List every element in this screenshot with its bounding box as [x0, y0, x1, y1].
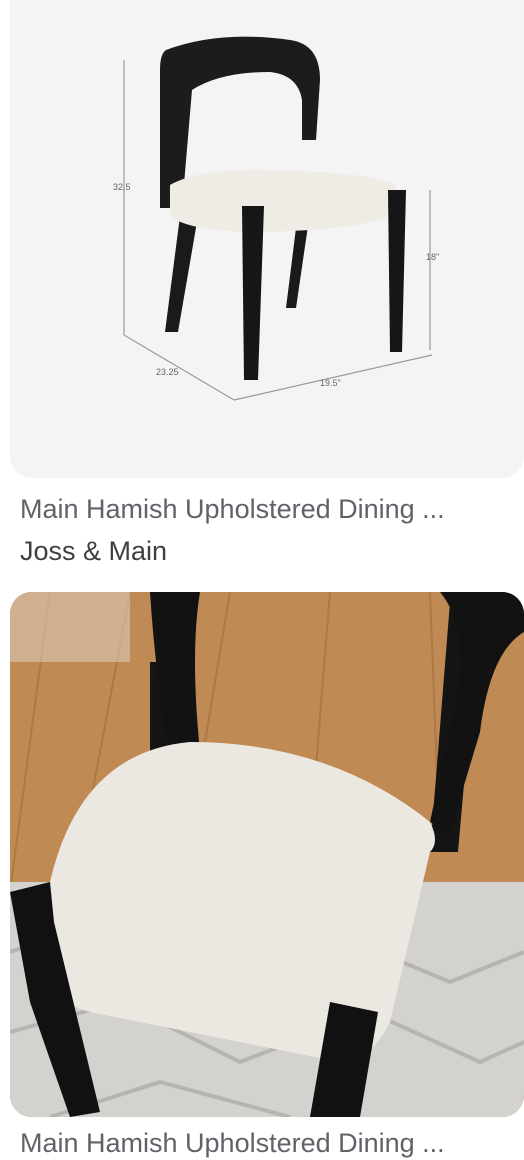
result-thumbnail-1[interactable]: 32.5 18" 23.25 19.5"	[10, 0, 524, 478]
dim-depth-label: 23.25	[156, 367, 179, 377]
dim-width-label: 19.5"	[320, 378, 341, 388]
result-title-2[interactable]: Main Hamish Upholstered Dining ...	[20, 1126, 520, 1160]
result-thumbnail-2[interactable]	[10, 592, 524, 1117]
image-result-1[interactable]: 32.5 18" 23.25 19.5" Main Hamish Upholst…	[0, 0, 524, 580]
result-source-1[interactable]: Joss & Main	[20, 534, 167, 568]
dim-seat-height-label: 18"	[426, 252, 439, 262]
image-result-2[interactable]: Main Hamish Upholstered Dining ...	[0, 592, 524, 1158]
dim-height-label: 32.5	[113, 182, 131, 192]
chair-dimensions-image: 32.5 18" 23.25 19.5"	[113, 36, 439, 401]
result-title-1[interactable]: Main Hamish Upholstered Dining ...	[20, 492, 520, 526]
chair-room-photo	[10, 592, 524, 1117]
